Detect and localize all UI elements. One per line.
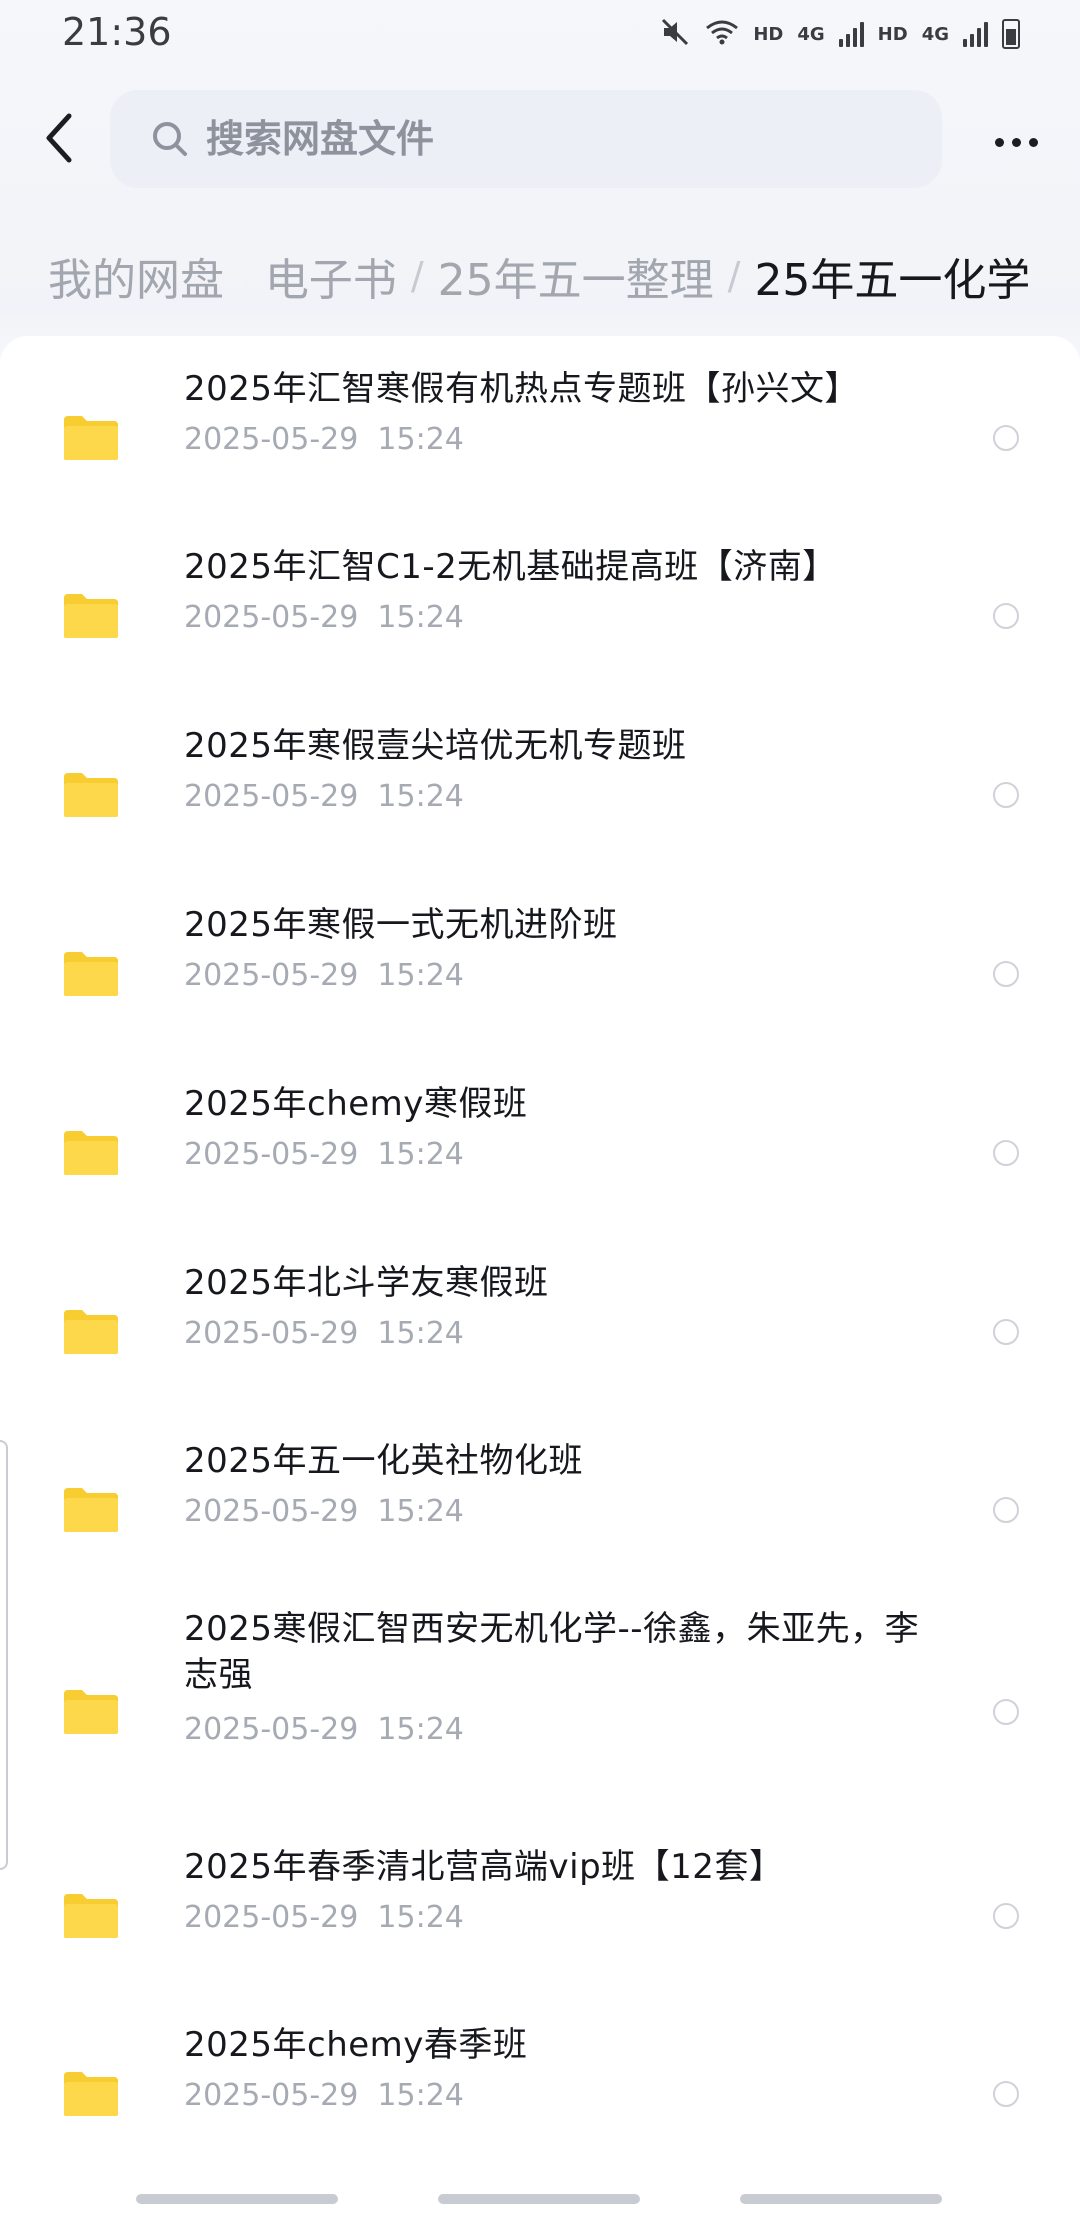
search-input[interactable] [204,116,908,162]
select-checkbox[interactable] [993,1903,1019,1929]
gesture-bar[interactable] [438,2194,640,2204]
folder-icon [64,1488,118,1532]
breadcrumb-separator: / [410,254,424,298]
file-row[interactable]: 2025年chemy寒假班 2025-05-29 15:24 [0,1081,1080,1231]
file-date: 2025-05-29 15:24 [184,779,464,814]
file-row[interactable]: 2025年北斗学友寒假班 2025-05-29 15:24 [0,1260,1080,1410]
hd-label: HD [753,23,784,45]
gesture-bar[interactable] [740,2194,942,2204]
file-date: 2025-05-29 15:24 [184,1316,464,1351]
battery-icon [1002,19,1020,49]
breadcrumb-item-current: 25年五一化学 [754,255,1031,306]
folder-icon [64,773,118,817]
file-name: 2025年北斗学友寒假班 [184,1263,549,1303]
select-checkbox[interactable] [993,2081,1019,2107]
file-row[interactable]: 2025年五一化英社物化班 2025-05-29 15:24 [0,1438,1080,1588]
file-name: 2025年汇智C1-2无机基础提高班【济南】 [184,547,837,587]
status-bar: 21:36 HD 4G HD 4G [0,0,1080,70]
select-checkbox[interactable] [993,1319,1019,1345]
file-date: 2025-05-29 15:24 [184,1137,464,1172]
breadcrumb-item-may-day-folder[interactable]: 25年五一整理 [438,244,714,308]
file-name: 2025年汇智寒假有机热点专题班【孙兴文】 [184,369,860,409]
back-button[interactable] [30,108,90,172]
select-checkbox[interactable] [993,961,1019,987]
file-date: 2025-05-29 15:24 [184,1900,464,1935]
file-name: 2025年chemy春季班 [184,2025,528,2065]
mute-icon [659,16,691,52]
select-checkbox[interactable] [993,782,1019,808]
select-checkbox[interactable] [993,1699,1019,1725]
file-row[interactable]: 2025年汇智C1-2无机基础提高班【济南】 2025-05-29 15:24 [0,544,1080,694]
select-checkbox[interactable] [993,603,1019,629]
more-dot [1028,137,1038,147]
file-row[interactable]: 2025年汇智寒假有机热点专题班【孙兴文】 2025-05-29 15:24 [0,366,1080,516]
file-name: 2025年五一化英社物化班 [184,1441,584,1481]
signal-icon [838,21,864,47]
file-row[interactable]: 2025寒假汇智西安无机化学--徐鑫，朱亚先，李志强 2025-05-29 15… [0,1609,1080,1836]
signal-icon [963,21,988,47]
folder-icon [64,2072,118,2116]
status-time: 21:36 [62,10,172,54]
breadcrumb-item-my-drive[interactable]: 我的网盘 [48,244,224,308]
file-name: 2025年春季清北营高端vip班【12套】 [184,1847,784,1887]
folder-icon [64,952,118,996]
wifi-icon [705,18,739,50]
side-panel-handle[interactable] [0,1440,8,1870]
file-row[interactable]: 2025年春季清北营高端vip班【12套】 2025-05-29 15:24 [0,1844,1080,1994]
folder-icon [64,1131,118,1175]
top-bar [0,88,1080,192]
file-date: 2025-05-29 15:24 [184,422,464,457]
chevron-left-icon [43,112,77,168]
folder-icon [64,594,118,638]
file-row[interactable]: 2025年寒假壹尖培优无机专题班 2025-05-29 15:24 [0,723,1080,873]
file-name: 2025寒假汇智西安无机化学--徐鑫，朱亚先，李志强 [184,1609,920,1695]
folder-icon [64,1310,118,1354]
file-date: 2025-05-29 15:24 [184,1494,464,1529]
select-checkbox[interactable] [993,1497,1019,1523]
breadcrumb-separator: / [727,254,741,298]
network-type-label: 4G [921,23,949,45]
file-date: 2025-05-29 15:24 [184,600,464,635]
file-date: 2025-05-29 15:24 [184,958,464,993]
search-icon [150,119,190,159]
gesture-bar[interactable] [136,2194,338,2204]
file-name: 2025年寒假壹尖培优无机专题班 [184,726,687,766]
file-date: 2025-05-29 15:24 [184,2078,464,2113]
folder-icon [64,1690,118,1734]
folder-icon [64,416,118,460]
file-row[interactable]: 2025年chemy春季班 2025-05-29 15:24 [0,2022,1080,2172]
file-name: 2025年chemy寒假班 [184,1084,528,1124]
more-dot [994,137,1004,147]
select-checkbox[interactable] [993,1140,1019,1166]
file-list: 2025年汇智寒假有机热点专题班【孙兴文】 2025-05-29 15:24 2… [0,336,1080,2220]
file-date: 2025-05-29 15:24 [184,1712,464,1747]
status-icons: HD 4G HD 4G [659,12,1020,56]
breadcrumb-separator: / [238,254,251,298]
network-type-label: 4G [797,23,825,45]
breadcrumb-item-ebooks[interactable]: 电子书 [265,244,397,308]
more-dot [1011,137,1021,147]
file-name: 2025年寒假一式无机进阶班 [184,905,618,945]
page: 21:36 HD 4G HD 4G 搜索网盘文件 我的网盘 / 电子书 / 25… [0,0,1080,2220]
file-row[interactable]: 2025年寒假一式无机进阶班 2025-05-29 15:24 [0,902,1080,1052]
hd-label: HD [877,23,908,45]
breadcrumb: 我的网盘 / 电子书 / 25年五一整理 / 25年五一化学 [48,236,1030,316]
select-checkbox[interactable] [993,425,1019,451]
folder-icon [64,1894,118,1938]
more-options-button[interactable] [980,114,1052,170]
search-box[interactable] [110,90,942,188]
